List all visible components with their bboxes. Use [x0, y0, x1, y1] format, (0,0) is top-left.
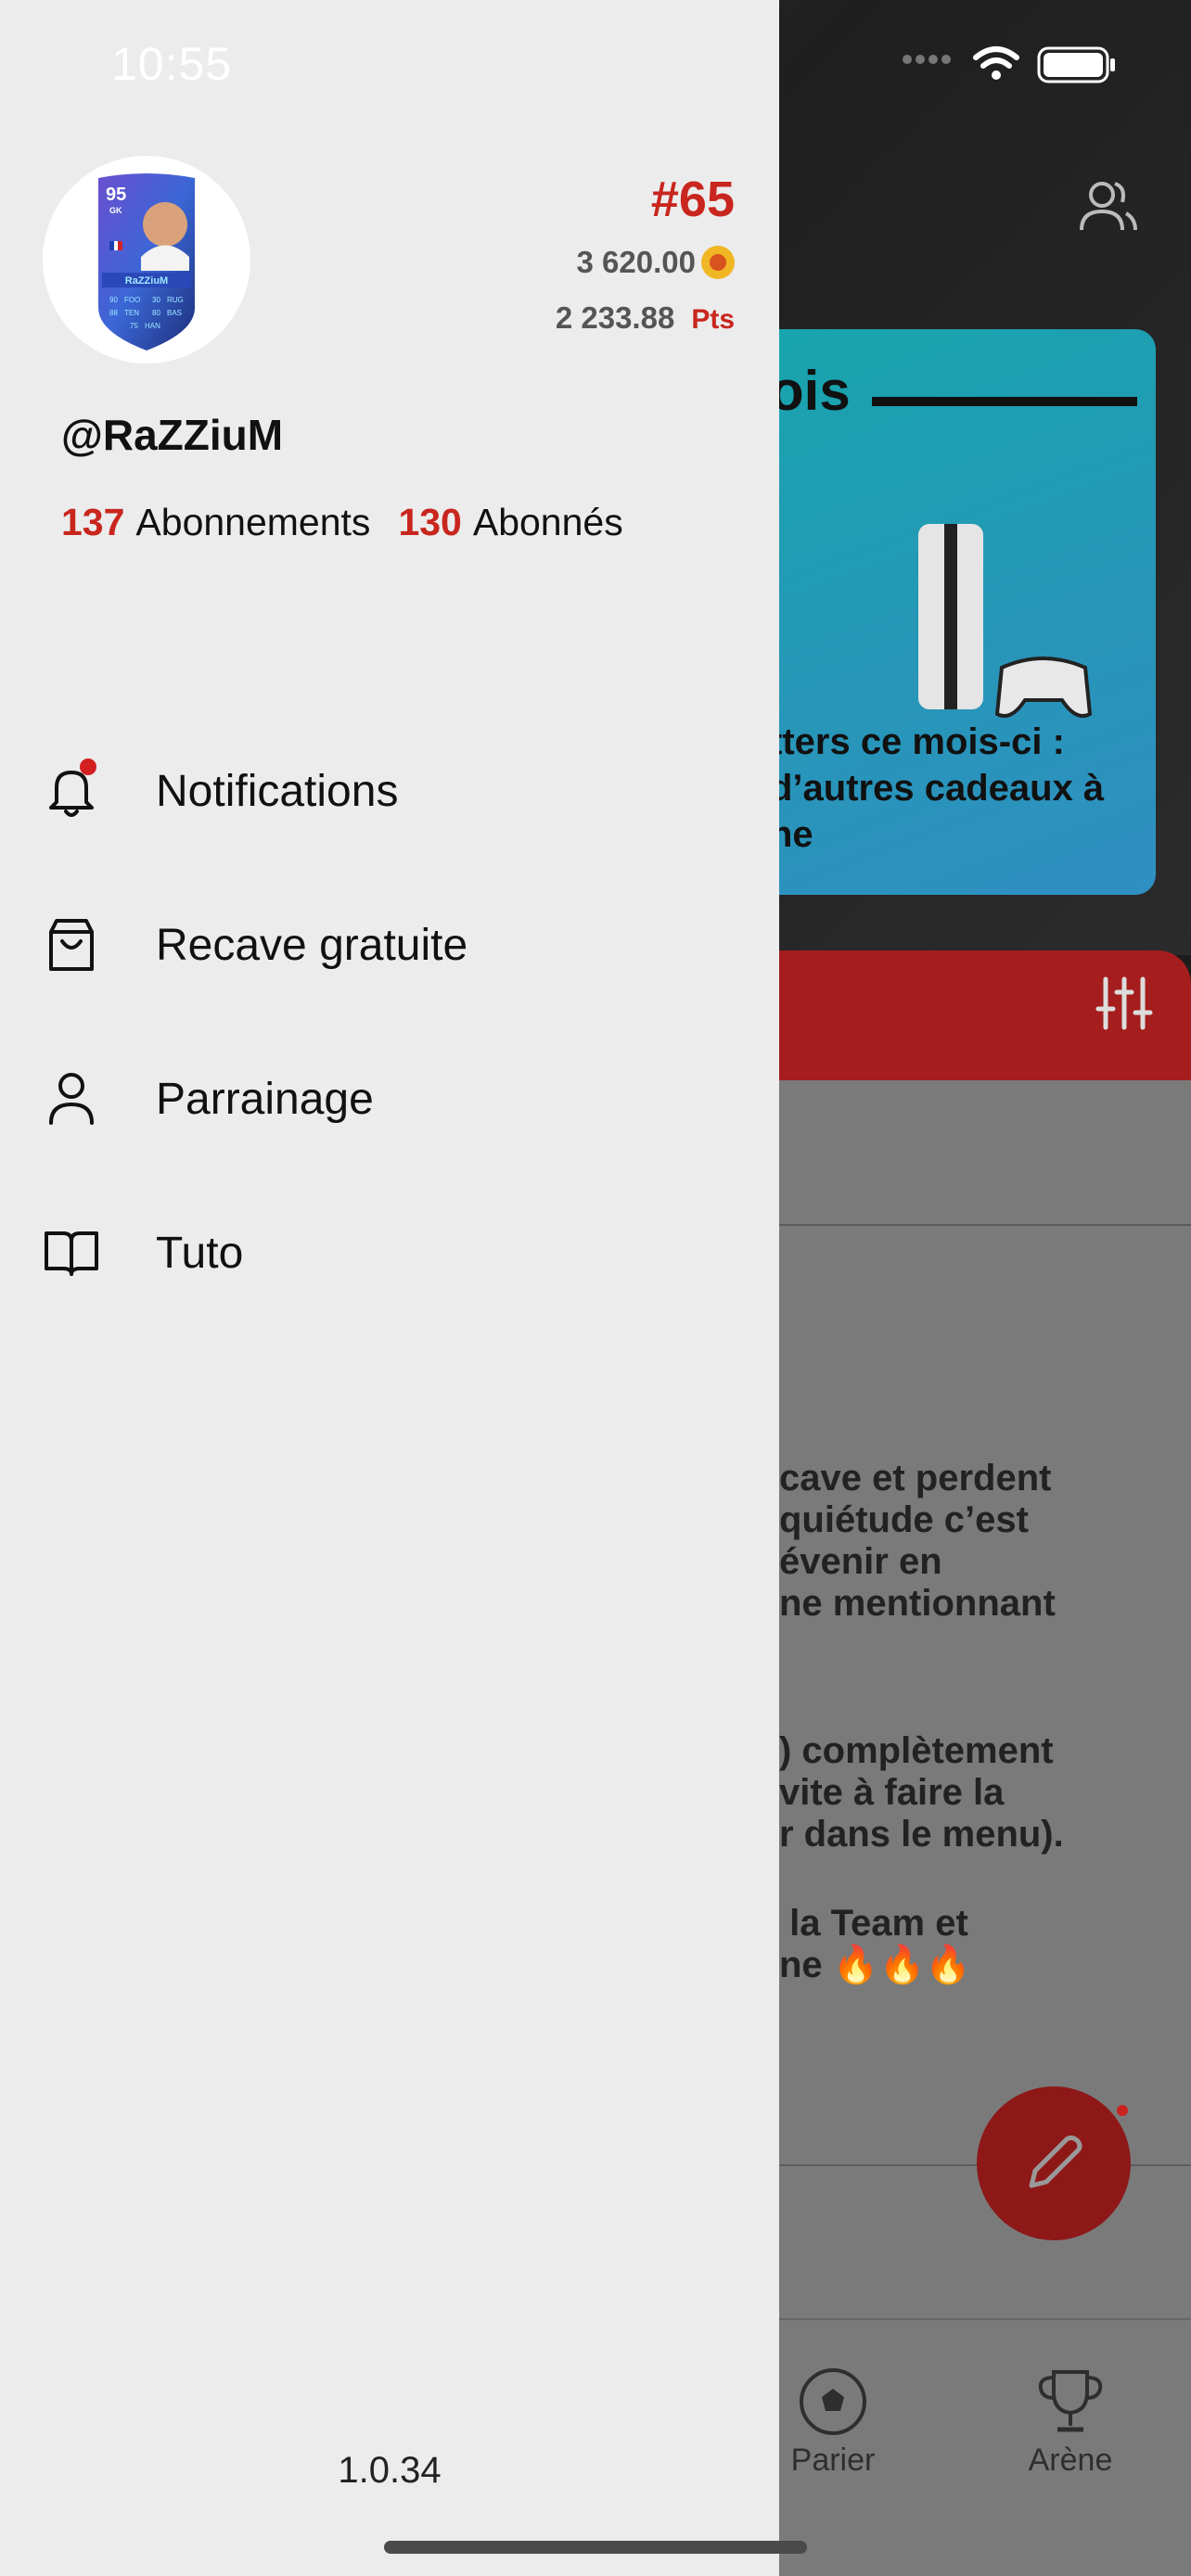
following-link[interactable]: 137 Abonnements [61, 501, 370, 544]
following-label: Abonnements [135, 501, 371, 543]
post-text-3: la Team et ne 🔥🔥🔥 [779, 1903, 972, 1985]
controller-illustration [994, 657, 1093, 719]
user-rank: #65 [650, 172, 735, 227]
notification-badge [80, 759, 96, 775]
coins-value: 3 620.00 [576, 245, 696, 279]
pencil-icon [1029, 2135, 1082, 2188]
promo-card-text: tters ce mois-ci : d’autres cadeaux à ne [770, 721, 1105, 855]
menu-item-label: Recave gratuite [156, 920, 468, 970]
menu-item-parrainage[interactable]: Parrainage [0, 1022, 779, 1176]
drawer-menu: Notifications Recave gratuite Parrainage [0, 714, 779, 1330]
wifi-icon [972, 45, 1020, 86]
post-text-1: cave et perdent quiétude c’est évenir en… [779, 1458, 1056, 1624]
coin-icon [701, 246, 735, 279]
compose-button[interactable] [977, 2086, 1131, 2240]
post-text-2: ) complètement vite à faire la r dans le… [779, 1730, 1064, 1855]
shopping-bag-icon [41, 914, 102, 976]
app-version: 1.0.34 [338, 2450, 442, 2491]
battery-icon [1037, 46, 1117, 88]
person-icon [41, 1068, 102, 1129]
bell-icon [41, 759, 102, 822]
divider [779, 1224, 1191, 1226]
svg-text:BAS: BAS [167, 309, 182, 317]
svg-text:HAN: HAN [145, 322, 160, 330]
followers-count: 130 [398, 501, 462, 543]
followers-label: Abonnés [472, 501, 623, 543]
friends-icon[interactable] [1074, 174, 1139, 239]
svg-text:RaZZiuM: RaZZiuM [125, 275, 168, 287]
book-open-icon [41, 1222, 102, 1283]
menu-item-label: Tuto [156, 1228, 244, 1278]
filter-sliders-icon[interactable] [1095, 974, 1154, 1033]
followers-link[interactable]: 130 Abonnés [398, 501, 622, 544]
tab-parier-label: Parier [790, 2442, 876, 2478]
following-count: 137 [61, 501, 125, 543]
side-drawer: 10:55 95 GK RaZZiuM 90 FOO 30 RUG 88 TEN [0, 0, 779, 2576]
svg-text:FOO: FOO [124, 296, 140, 304]
avatar[interactable]: 95 GK RaZZiuM 90 FOO 30 RUG 88 TEN 80 BAS 75… [43, 156, 250, 363]
svg-text:90: 90 [109, 296, 118, 304]
menu-item-label: Parrainage [156, 1074, 374, 1124]
status-time: 10:55 [111, 38, 233, 90]
soccer-ball-icon [800, 2368, 866, 2435]
menu-item-tuto[interactable]: Tuto [0, 1176, 779, 1330]
svg-text:GK: GK [109, 206, 122, 215]
points-label: Pts [691, 304, 735, 335]
promo-card-rule [872, 397, 1137, 406]
points-value: 2 233.88 [555, 300, 675, 335]
points-balance: 2 233.88 Pts [556, 300, 735, 336]
signal-icon [902, 48, 957, 71]
svg-text:80: 80 [152, 309, 160, 317]
menu-item-notifications[interactable]: Notifications [0, 714, 779, 868]
svg-text:95: 95 [106, 185, 126, 205]
username[interactable]: @RaZZiuM [61, 410, 283, 460]
menu-item-label: Notifications [156, 766, 399, 816]
home-indicator [384, 2541, 807, 2554]
svg-text:RUG: RUG [167, 296, 184, 304]
trophy-icon [1038, 2370, 1103, 2432]
player-card-avatar: 95 GK RaZZiuM 90 FOO 30 RUG 88 TEN 80 BAS 75… [98, 173, 195, 351]
follow-stats: 137 Abonnements 130 Abonnés [61, 501, 623, 544]
tab-arene-label: Arène [1028, 2442, 1113, 2478]
tab-parier[interactable]: Parier [759, 2365, 907, 2479]
svg-text:88: 88 [109, 309, 118, 317]
promo-card-title: ois [770, 360, 851, 422]
menu-item-recave[interactable]: Recave gratuite [0, 868, 779, 1022]
tab-arene[interactable]: Arène [996, 2365, 1145, 2479]
svg-text:75: 75 [130, 322, 138, 330]
compose-badge [1117, 2105, 1128, 2116]
svg-text:TEN: TEN [124, 309, 139, 317]
coins-balance: 3 620.00 [577, 245, 735, 280]
svg-text:30: 30 [152, 296, 160, 304]
console-illustration [918, 524, 983, 709]
